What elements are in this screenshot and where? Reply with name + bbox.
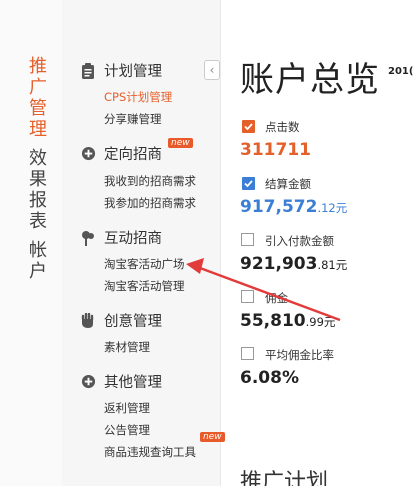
- nav-promotion-management[interactable]: 推 广 管 理: [26, 56, 50, 140]
- collapse-menu-button[interactable]: ‹: [204, 60, 220, 80]
- metric-label-commission: 佣金: [265, 291, 288, 305]
- chevron-left-icon: ‹: [209, 63, 215, 77]
- metric-label-settlement-amount: 结算金额: [265, 177, 311, 191]
- date-label: 201(: [388, 66, 414, 77]
- clipboard-icon: [80, 62, 96, 79]
- menu-item-violation-query-tool[interactable]: 商品违规查询工具: [104, 444, 196, 460]
- pin-icon: [80, 230, 96, 246]
- page-title: 账户总览: [240, 60, 380, 100]
- section-plan-management[interactable]: 计划管理: [80, 60, 162, 81]
- section-heading-clipped: 推广计划: [240, 470, 329, 486]
- metric-value-payment-amount: 921,903.81元: [240, 254, 348, 274]
- menu-item-material-management[interactable]: 素材管理: [104, 339, 150, 355]
- section-other-management[interactable]: 其他管理: [80, 371, 162, 392]
- menu-item-announcement-management[interactable]: 公告管理: [104, 422, 150, 438]
- checkbox-payment-amount[interactable]: [241, 233, 254, 246]
- metric-value-commission: 55,810.99元: [240, 311, 336, 331]
- plus-circle-icon: [80, 374, 96, 390]
- section-interactive-merchant[interactable]: 互动招商: [80, 227, 162, 248]
- plus-circle-icon: [80, 146, 96, 162]
- hand-icon: [80, 312, 96, 329]
- nav-effect-report[interactable]: 效 果 报 表: [26, 148, 50, 232]
- menu-item-received-requests[interactable]: 我收到的招商需求: [104, 173, 196, 189]
- menu-item-activity-square[interactable]: 淘宝客活动广场: [104, 256, 185, 272]
- metric-label-avg-commission-rate: 平均佣金比率: [265, 348, 334, 362]
- new-badge: new: [168, 138, 193, 148]
- metric-value-avg-commission-rate: 6.08%: [240, 368, 299, 388]
- checkbox-clicks[interactable]: [241, 119, 255, 133]
- menu-item-cps-plan[interactable]: CPS计划管理: [104, 89, 172, 105]
- checkbox-avg-commission-rate[interactable]: [241, 347, 254, 360]
- menu-item-activity-management[interactable]: 淘宝客活动管理: [104, 278, 185, 294]
- menu-item-share-earn[interactable]: 分享赚管理: [104, 111, 162, 127]
- nav-account[interactable]: 帐 户: [26, 240, 50, 282]
- checkbox-settlement-amount[interactable]: [241, 176, 255, 190]
- checkbox-commission[interactable]: [241, 290, 254, 303]
- section-targeted-merchant[interactable]: 定向招商: [80, 143, 162, 164]
- metric-label-payment-amount: 引入付款金额: [265, 234, 334, 248]
- metric-value-clicks: 311711: [240, 140, 311, 160]
- menu-item-rebate-management[interactable]: 返利管理: [104, 400, 150, 416]
- menu-item-joined-requests[interactable]: 我参加的招商需求: [104, 195, 196, 211]
- new-badge: new: [200, 432, 225, 442]
- section-creative-management[interactable]: 创意管理: [80, 310, 162, 331]
- metric-label-clicks: 点击数: [265, 120, 300, 134]
- metric-value-settlement-amount: 917,572.12元: [240, 197, 348, 217]
